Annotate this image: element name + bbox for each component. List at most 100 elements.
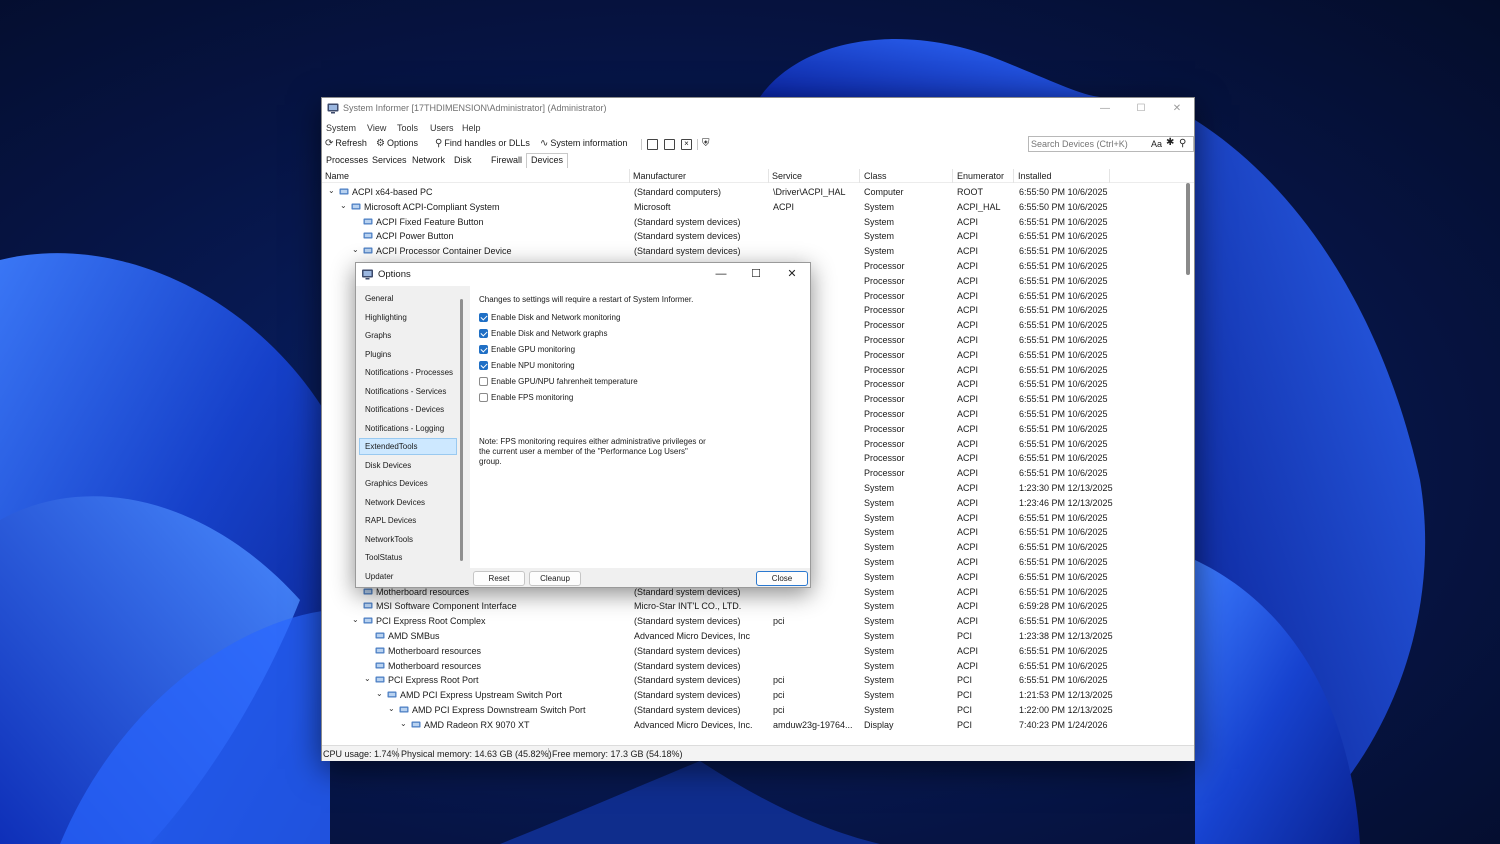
chevron-down-icon[interactable]: ⌄ [400,719,407,728]
nav-item-graphs[interactable]: Graphs [359,327,457,344]
nav-item-network-devices[interactable]: Network Devices [359,494,457,511]
checkbox[interactable] [479,377,488,386]
refresh-icon: ⟳ [325,138,334,149]
column-manufacturer[interactable]: Manufacturer [631,171,686,183]
find-window-icon[interactable] [664,139,675,150]
maximize-icon[interactable]: ☐ [746,267,766,282]
minimize-icon[interactable]: — [1096,101,1114,117]
nav-item-extendedtools[interactable]: ExtendedTools [359,438,457,455]
chevron-down-icon[interactable]: ⌄ [340,201,347,210]
device-class: Display [864,719,894,730]
tab-disk[interactable]: Disk [450,154,476,168]
table-row[interactable]: MSI Software Component Interface Micro-St… [322,599,1184,614]
reset-button[interactable]: Reset [473,571,525,586]
table-row[interactable]: Motherboard resources (Standard system de… [322,644,1184,659]
table-row[interactable]: ACPI Fixed Feature Button (Standard syste… [322,215,1184,230]
shield-icon[interactable]: ⛨ [702,138,710,149]
toolbar-separator [641,139,642,150]
close-icon[interactable]: ✕ [782,267,802,282]
tab-services[interactable]: Services [368,154,411,168]
cleanup-button[interactable]: Cleanup [529,571,581,586]
chevron-down-icon[interactable]: ⌄ [364,674,371,683]
close-button[interactable]: Close [756,571,808,586]
tab-network[interactable]: Network [408,154,449,168]
table-row[interactable]: AMD SMBus Advanced Micro Devices, Inc Syst… [322,629,1184,644]
match-case-toggle[interactable]: Aa [1151,139,1162,149]
device-installed: 6:55:51 PM 10/6/2025 [1019,379,1108,390]
nav-item-notifications-services[interactable]: Notifications - Services [359,383,457,400]
regex-icon[interactable]: ✱ [1166,137,1174,148]
column-class[interactable]: Class [862,171,887,183]
nav-item-updater[interactable]: Updater [359,568,457,585]
menu-view[interactable]: View [367,123,386,133]
nav-item-notifications-logging[interactable]: Notifications - Logging [359,420,457,437]
table-row[interactable]: ⌄ AMD PCI Express Upstream Switch Port (St… [322,688,1184,703]
options-button[interactable]: ⚙ Options [376,138,418,149]
table-row[interactable]: ACPI Power Button (Standard system device… [322,229,1184,244]
table-row[interactable]: ⌄ Microsoft ACPI-Compliant System Microsof… [322,200,1184,215]
nav-item-toolstatus[interactable]: ToolStatus [359,549,457,566]
nav-scrollbar[interactable] [460,299,463,561]
app-icon [362,269,373,280]
device-class: System [864,201,895,212]
chevron-down-icon[interactable]: ⌄ [328,186,335,195]
device-enumerator: ACPI [957,290,979,301]
device-manufacturer: Advanced Micro Devices, Inc. [634,719,753,730]
tab-devices[interactable]: Devices [526,153,569,168]
nav-item-networktools[interactable]: NetworkTools [359,531,457,548]
vertical-scrollbar[interactable] [1186,183,1190,275]
close-icon[interactable]: ✕ [1168,101,1186,117]
maximize-icon[interactable]: ☐ [1132,101,1150,117]
chevron-down-icon[interactable]: ⌄ [388,704,395,713]
checkbox[interactable] [479,345,488,354]
table-row[interactable]: ⌄ AMD Radeon RX 9070 XT Advanced Micro Dev… [322,718,1184,733]
device-enumerator: ACPI [957,542,979,553]
table-row[interactable]: ⌄ PCI Express Root Complex (Standard syste… [322,614,1184,629]
column-enumerator[interactable]: Enumerator [955,171,1004,183]
table-row[interactable]: ⌄ ACPI Processor Container Device (Standar… [322,244,1184,259]
nav-item-graphics-devices[interactable]: Graphics Devices [359,475,457,492]
find-handles-button[interactable]: ⚲ Find handles or DLLs [435,138,530,149]
device-enumerator: ACPI [957,379,979,390]
nav-item-disk-devices[interactable]: Disk Devices [359,457,457,474]
device-manufacturer: Microsoft [634,201,671,212]
table-row[interactable]: ⌄ PCI Express Root Port (Standard system d… [322,673,1184,688]
checkbox[interactable] [479,393,488,402]
device-class: System [864,512,895,523]
chevron-down-icon[interactable]: ⌄ [376,689,383,698]
checkbox[interactable] [479,313,488,322]
search-icon[interactable]: ⚲ [1179,138,1186,149]
table-row[interactable]: Motherboard resources (Standard system de… [322,659,1184,674]
search-devices-box[interactable]: Aa ✱ ⚲ [1028,136,1194,152]
tab-processes[interactable]: Processes [322,154,372,168]
nav-item-general[interactable]: General [359,290,457,307]
column-service[interactable]: Service [770,171,802,183]
system-information-button[interactable]: ∿ System information [540,138,627,149]
minimize-icon[interactable]: — [711,267,731,282]
window-icon[interactable] [647,139,658,150]
nav-item-plugins[interactable]: Plugins [359,346,457,363]
chevron-down-icon[interactable]: ⌄ [352,615,359,624]
menu-users[interactable]: Users [430,123,454,133]
table-row[interactable]: ⌄ AMD PCI Express Downstream Switch Port (… [322,703,1184,718]
checkbox-label: Enable GPU/NPU fahrenheit temperature [491,377,638,386]
checkbox[interactable] [479,329,488,338]
column-installed[interactable]: Installed [1016,171,1052,183]
nav-item-notifications-devices[interactable]: Notifications - Devices [359,401,457,418]
device-installed: 6:55:51 PM 10/6/2025 [1019,557,1108,567]
close-window-icon[interactable]: × [681,139,692,150]
nav-item-notifications-processes[interactable]: Notifications - Processes [359,364,457,381]
device-manufacturer: (Standard system devices) [634,705,741,715]
refresh-button[interactable]: ⟳ Refresh [325,138,367,149]
search-input[interactable] [1031,138,1147,150]
table-row[interactable]: ⌄ ACPI x64-based PC (Standard computers) \D… [322,185,1184,200]
column-name[interactable]: Name [323,171,349,183]
nav-item-highlighting[interactable]: Highlighting [359,309,457,326]
menu-system[interactable]: System [326,123,356,133]
nav-item-rapl-devices[interactable]: RAPL Devices [359,512,457,529]
chevron-down-icon[interactable]: ⌄ [352,245,359,254]
menu-tools[interactable]: Tools [397,123,418,133]
tab-firewall[interactable]: Firewall [487,154,526,168]
menu-help[interactable]: Help [462,123,481,133]
checkbox[interactable] [479,361,488,370]
